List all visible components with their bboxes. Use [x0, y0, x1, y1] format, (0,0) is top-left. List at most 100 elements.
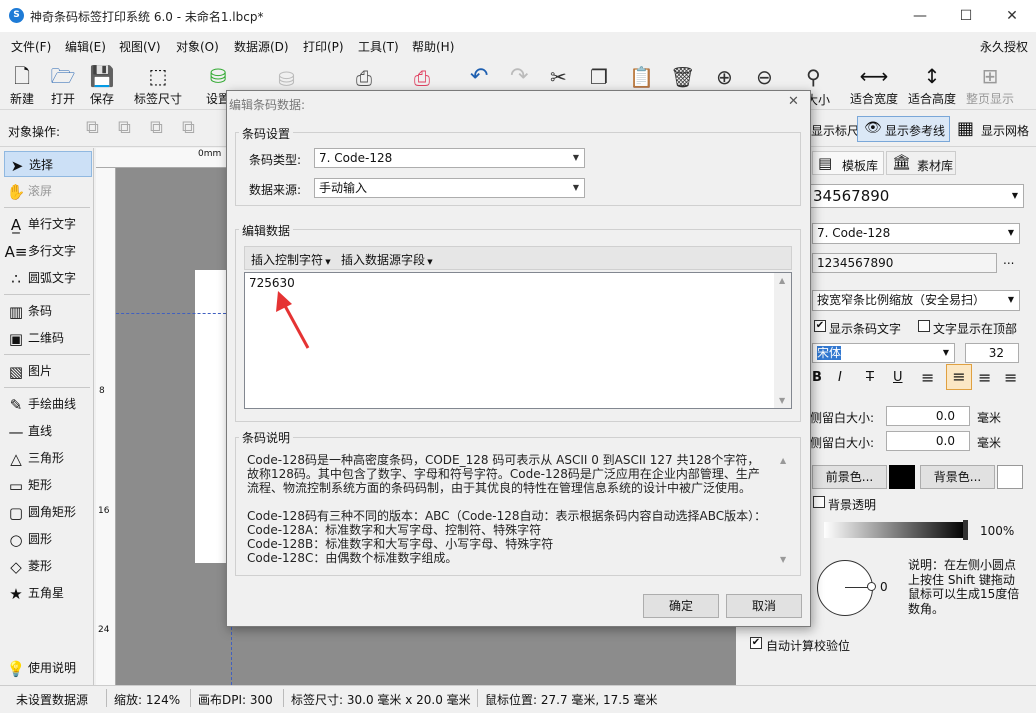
- font-size-spinner[interactable]: 32: [965, 343, 1019, 363]
- tool-round-rect[interactable]: ▢ 圆角矩形: [4, 499, 92, 525]
- chevron-down-icon: ▼: [942, 348, 949, 357]
- scroll-down-icon[interactable]: ▼: [780, 555, 786, 564]
- align-justify-icon[interactable]: ≡: [1004, 368, 1017, 387]
- opacity-slider-handle[interactable]: [963, 520, 968, 540]
- menu-file[interactable]: 文件(F): [11, 38, 51, 55]
- scroll-up-icon[interactable]: ▲: [780, 456, 786, 465]
- label-size-button[interactable]: ⬚ 标签尺寸: [134, 62, 182, 108]
- copy-icon[interactable]: ❐: [590, 65, 608, 89]
- menu-view[interactable]: 视图(V): [119, 38, 161, 55]
- left-margin-input[interactable]: 0.0: [886, 406, 970, 426]
- tool-qrcode[interactable]: ▣ 二维码: [4, 325, 92, 351]
- zoom-in-icon[interactable]: ⊕: [716, 65, 733, 89]
- cancel-button[interactable]: 取消: [726, 594, 802, 618]
- maximize-button[interactable]: ☐: [943, 0, 989, 32]
- tool-circle[interactable]: ○ 圆形: [4, 526, 92, 552]
- tool-select[interactable]: ➤ 选择: [4, 151, 92, 177]
- tool-image[interactable]: ▧ 图片: [4, 358, 92, 384]
- tool-triangle[interactable]: △ 三角形: [4, 445, 92, 471]
- foreground-color-button[interactable]: 前景色...: [812, 465, 887, 489]
- menu-print[interactable]: 打印(P): [303, 38, 344, 55]
- rotation-dial[interactable]: [817, 560, 873, 616]
- save-button[interactable]: 💾 保存: [80, 62, 124, 108]
- fit-height-icon: ↕: [923, 64, 941, 88]
- cut-icon[interactable]: ✂: [550, 65, 567, 89]
- underline-button[interactable]: U: [893, 370, 903, 385]
- layer-front-icon[interactable]: ⧉: [86, 117, 99, 138]
- data-value-field[interactable]: 1234567890: [812, 253, 997, 273]
- tool-rectangle[interactable]: ▭ 矩形: [4, 472, 92, 498]
- data-source-select[interactable]: 手动输入 ▼: [314, 178, 585, 198]
- tool-freehand[interactable]: ✎ 手绘曲线: [4, 391, 92, 417]
- grid-icon: ▦: [957, 118, 975, 139]
- layer-up-icon[interactable]: ⧉: [118, 117, 131, 138]
- chevron-down-icon: ▼: [1007, 295, 1014, 304]
- minimize-button[interactable]: —: [897, 0, 943, 32]
- layer-back-icon[interactable]: ⧉: [182, 117, 195, 138]
- menu-object[interactable]: 对象(O): [176, 38, 219, 55]
- paste-icon[interactable]: 📋: [629, 65, 654, 89]
- fit-height-button[interactable]: ↕ 适合高度: [908, 62, 956, 108]
- bold-button[interactable]: B: [812, 370, 822, 385]
- menu-tools[interactable]: 工具(T): [358, 38, 399, 55]
- description-group-title: 条码说明: [239, 429, 294, 446]
- transparent-checkbox[interactable]: [813, 496, 825, 508]
- tool-barcode[interactable]: ▥ 条码: [4, 298, 92, 324]
- tool-star[interactable]: ★ 五角星: [4, 580, 92, 606]
- scroll-down-icon[interactable]: ▼: [779, 396, 785, 405]
- fit-width-button[interactable]: ⟷ 适合宽度: [850, 62, 898, 108]
- layer-down-icon[interactable]: ⧉: [150, 117, 163, 138]
- show-grid-toggle[interactable]: 显示网格: [981, 122, 1029, 139]
- menu-help[interactable]: 帮助(H): [412, 38, 454, 55]
- font-combo[interactable]: 宋体 ▼: [812, 343, 955, 363]
- data-scrollbar[interactable]: [774, 273, 791, 408]
- rotation-handle[interactable]: [867, 582, 876, 591]
- align-left-icon[interactable]: ≡: [921, 368, 934, 387]
- scale-mode-combo[interactable]: 按宽窄条比例缩放（安全易扫） ▼: [812, 290, 1020, 311]
- delete-icon[interactable]: 🗑: [670, 65, 695, 89]
- scroll-up-icon[interactable]: ▲: [779, 276, 785, 285]
- barcode-content-combo[interactable]: 34567890 ▼: [808, 184, 1024, 208]
- tool-diamond[interactable]: ◇ 菱形: [4, 553, 92, 579]
- auto-check-checkbox[interactable]: ✔: [750, 637, 762, 649]
- redo-icon[interactable]: ↷: [510, 64, 528, 89]
- close-window-button[interactable]: ✕: [989, 0, 1035, 32]
- background-swatch[interactable]: [997, 465, 1023, 489]
- ok-button[interactable]: 确定: [643, 594, 719, 618]
- italic-button[interactable]: I: [838, 370, 842, 385]
- insert-control-char-button[interactable]: 插入控制字符 ▼: [251, 251, 331, 268]
- show-text-checkbox[interactable]: ✔: [814, 320, 826, 332]
- background-color-button[interactable]: 背景色...: [920, 465, 995, 489]
- show-ruler-toggle[interactable]: 显示标尺: [811, 122, 859, 139]
- zoom-out-icon[interactable]: ⊖: [756, 65, 773, 89]
- menu-datasource[interactable]: 数据源(D): [234, 38, 289, 55]
- print-preview-icon[interactable]: ⎙: [356, 66, 372, 90]
- tool-scroll[interactable]: ✋ 滚屏: [4, 178, 92, 204]
- align-center-icon[interactable]: ≡: [946, 364, 972, 390]
- dialog-close-button[interactable]: ✕: [788, 94, 799, 109]
- description-scrollbar[interactable]: [776, 447, 793, 571]
- data-textarea[interactable]: [244, 272, 792, 409]
- opacity-slider[interactable]: [824, 522, 966, 538]
- insert-field-button[interactable]: 插入数据源字段 ▼: [341, 251, 433, 268]
- tool-arc-text[interactable]: ∴ 圆弧文字: [4, 265, 92, 291]
- undo-icon[interactable]: ↶: [470, 64, 488, 89]
- barcode-type-combo[interactable]: 7. Code-128 ▼: [812, 223, 1020, 244]
- right-margin-input[interactable]: 0.0: [886, 431, 970, 451]
- text-top-checkbox[interactable]: [918, 320, 930, 332]
- strikethrough-button[interactable]: T: [866, 370, 874, 385]
- menu-edit[interactable]: 编辑(E): [65, 38, 106, 55]
- print-icon[interactable]: ⎙: [414, 66, 430, 90]
- barcode-type-select[interactable]: 7. Code-128 ▼: [314, 148, 585, 168]
- align-right-icon[interactable]: ≡: [978, 368, 991, 387]
- new-file-icon: 🗋: [13, 64, 31, 88]
- guide-line-h: [116, 313, 226, 314]
- actual-size-icon[interactable]: ⚲: [806, 65, 821, 89]
- tool-line[interactable]: — 直线: [4, 418, 92, 444]
- more-button[interactable]: ...: [1003, 253, 1014, 267]
- tool-help[interactable]: 💡 使用说明: [4, 655, 92, 681]
- tool-multi-text[interactable]: A≡多行文字: [4, 238, 92, 264]
- foreground-swatch[interactable]: [889, 465, 915, 489]
- tool-single-text[interactable]: A̲ 单行文字: [4, 211, 92, 237]
- full-page-button[interactable]: ⊞ 整页显示: [966, 62, 1014, 108]
